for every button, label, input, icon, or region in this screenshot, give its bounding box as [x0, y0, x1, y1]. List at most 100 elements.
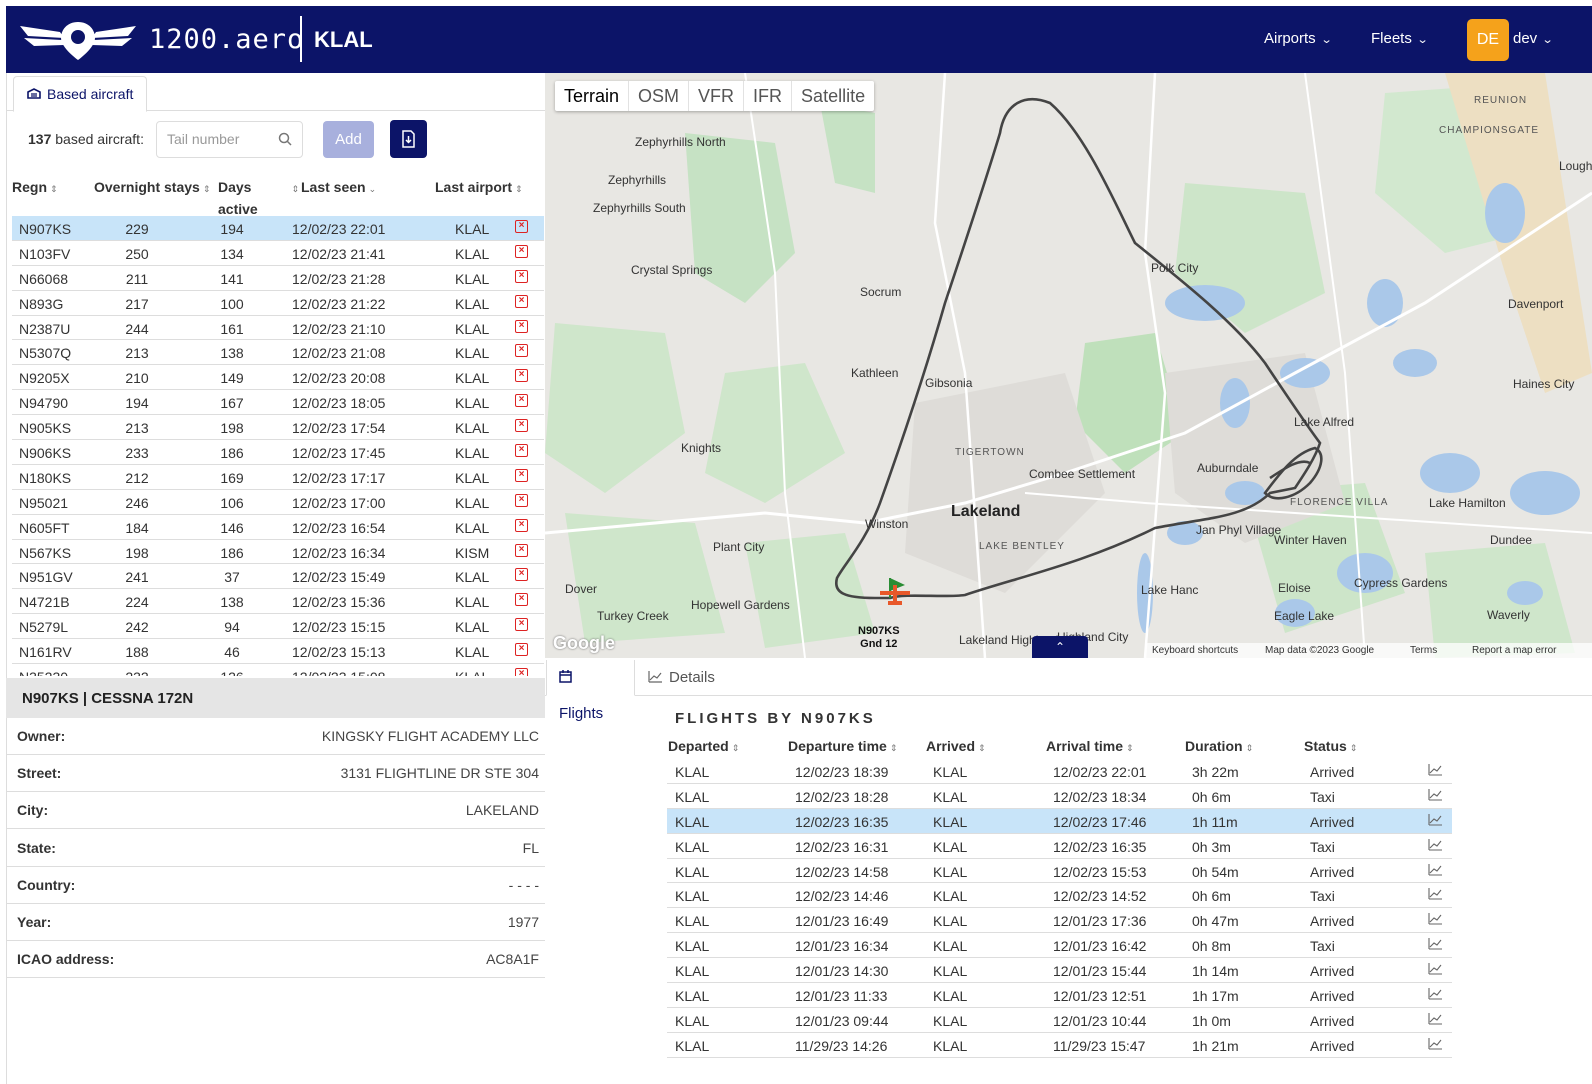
- export-button[interactable]: [390, 120, 427, 158]
- flight-chart-icon[interactable]: [1428, 1037, 1443, 1053]
- remove-icon[interactable]: ×: [515, 220, 528, 233]
- remove-icon[interactable]: ×: [515, 468, 528, 482]
- col-arrival-time[interactable]: Arrival time ⇕: [1046, 738, 1134, 754]
- table-row[interactable]: N95021 246 106 12/02/23 17:00 KLAL ×: [12, 490, 544, 515]
- flight-chart-icon[interactable]: [1428, 962, 1443, 978]
- flight-chart-icon[interactable]: [1428, 763, 1443, 779]
- table-row[interactable]: N94790 194 167 12/02/23 18:05 KLAL ×: [12, 390, 544, 416]
- table-row[interactable]: N35230 232 126 12/02/23 15:08 KLAL ×: [12, 664, 544, 676]
- col-last-airport[interactable]: Last airport ⇕: [435, 177, 523, 199]
- tail-number-input[interactable]: [167, 131, 267, 147]
- last-airport: KLAL: [455, 320, 490, 337]
- table-row[interactable]: N180KS 212 169 12/02/23 17:17 KLAL ×: [12, 465, 544, 490]
- table-row[interactable]: N2387U 244 161 12/02/23 21:10 KLAL ×: [12, 316, 544, 341]
- table-row[interactable]: KLAL 12/02/23 16:31 KLAL 12/02/23 16:35 0h 3…: [667, 834, 1452, 859]
- col-departed[interactable]: Departed ⇕: [668, 738, 739, 754]
- map-layer-vfr[interactable]: VFR: [689, 81, 745, 111]
- table-row[interactable]: KLAL 12/02/23 16:35 KLAL 12/02/23 17:46 1h 1…: [667, 808, 1452, 834]
- remove-icon[interactable]: ×: [515, 618, 528, 632]
- flight-chart-icon[interactable]: [1428, 1012, 1443, 1028]
- table-row[interactable]: N907KS 229 194 12/02/23 22:01 KLAL ×: [12, 216, 544, 241]
- keyboard-shortcuts-link[interactable]: Keyboard shortcuts: [1152, 645, 1238, 656]
- col-days-active[interactable]: Days ⇕ active: [218, 177, 299, 219]
- map-layer-ifr[interactable]: IFR: [744, 81, 793, 111]
- flight-chart-icon[interactable]: [1428, 838, 1443, 854]
- col-last-seen[interactable]: Last seen ⌄: [301, 177, 376, 199]
- remove-icon[interactable]: ×: [515, 269, 528, 283]
- remove-icon[interactable]: ×: [515, 543, 528, 557]
- remove-icon[interactable]: ×: [515, 444, 528, 458]
- collapse-map-button[interactable]: ⌃: [1032, 636, 1088, 658]
- tail-search[interactable]: [156, 121, 303, 158]
- col-overnight[interactable]: Overnight stays ⇕: [94, 177, 210, 199]
- remove-icon[interactable]: ×: [515, 668, 528, 676]
- table-row[interactable]: KLAL 12/02/23 14:58 KLAL 12/02/23 15:53 0h 5…: [667, 859, 1452, 884]
- remove-icon[interactable]: ×: [515, 568, 528, 582]
- user-avatar[interactable]: DE: [1467, 19, 1509, 61]
- table-row[interactable]: N161RV 188 46 12/02/23 15:13 KLAL ×: [12, 639, 544, 665]
- flight-chart-icon[interactable]: [1428, 912, 1443, 928]
- table-row[interactable]: N103FV 250 134 12/02/23 21:41 KLAL ×: [12, 241, 544, 266]
- table-row[interactable]: N4721B 224 138 12/02/23 15:36 KLAL ×: [12, 589, 544, 615]
- flight-chart-icon[interactable]: [1428, 987, 1443, 1003]
- last-airport: KLAL: [455, 445, 490, 462]
- remove-icon[interactable]: ×: [515, 643, 528, 657]
- google-logo[interactable]: Google: [553, 633, 615, 654]
- logo-icon[interactable]: [20, 18, 136, 67]
- table-row[interactable]: N905KS 213 198 12/02/23 17:54 KLAL ×: [12, 415, 544, 441]
- map-layer-satellite[interactable]: Satellite: [792, 81, 874, 111]
- table-row[interactable]: N567KS 198 186 12/02/23 16:34 KISM ×: [12, 540, 544, 565]
- col-status[interactable]: Status ⇕: [1304, 738, 1357, 754]
- col-departure-time[interactable]: Departure time ⇕: [788, 738, 897, 754]
- tab-details[interactable]: Details: [636, 660, 727, 696]
- remove-icon[interactable]: ×: [515, 244, 528, 258]
- add-aircraft-button[interactable]: Add: [323, 121, 374, 158]
- table-row[interactable]: N605FT 184 146 12/02/23 16:54 KLAL ×: [12, 515, 544, 540]
- tab-flights[interactable]: Flights: [546, 660, 635, 722]
- table-row[interactable]: KLAL 12/01/23 11:33 KLAL 12/01/23 12:51 1h 1…: [667, 983, 1452, 1008]
- table-row[interactable]: KLAL 12/02/23 18:28 KLAL 12/02/23 18:34 0h 6…: [667, 784, 1452, 809]
- aircraft-map-label[interactable]: N907KS Gnd 12: [858, 625, 900, 651]
- flight-chart-icon[interactable]: [1428, 887, 1443, 903]
- remove-icon[interactable]: ×: [515, 394, 528, 408]
- remove-icon[interactable]: ×: [515, 593, 528, 607]
- remove-icon[interactable]: ×: [515, 344, 528, 358]
- remove-icon[interactable]: ×: [515, 518, 528, 532]
- table-row[interactable]: KLAL 12/01/23 09:44 KLAL 12/01/23 10:44 1h 0…: [667, 1008, 1452, 1033]
- flight-map[interactable]: Terrain OSM VFR IFR Satellite Zephyrhills No…: [545, 73, 1592, 658]
- table-row[interactable]: KLAL 11/29/23 14:26 KLAL 11/29/23 15:47 1h 2…: [667, 1033, 1452, 1058]
- table-row[interactable]: N66068 211 141 12/02/23 21:28 KLAL ×: [12, 266, 544, 291]
- table-row[interactable]: N893G 217 100 12/02/23 21:22 KLAL ×: [12, 291, 544, 316]
- col-duration[interactable]: Duration ⇕: [1185, 738, 1253, 754]
- report-error-link[interactable]: Report a map error: [1472, 645, 1556, 656]
- map-layer-terrain[interactable]: Terrain: [555, 81, 630, 111]
- remove-icon[interactable]: ×: [515, 294, 528, 308]
- table-row[interactable]: KLAL 12/02/23 18:39 KLAL 12/02/23 22:01 3h 2…: [667, 759, 1452, 784]
- terms-link[interactable]: Terms: [1410, 645, 1437, 656]
- last-seen: 12/02/23 16:34: [292, 544, 386, 561]
- flight-chart-icon[interactable]: [1428, 788, 1443, 804]
- table-row[interactable]: KLAL 12/02/23 14:46 KLAL 12/02/23 14:52 0h 6…: [667, 883, 1452, 909]
- nav-fleets-menu[interactable]: Fleets ⌄: [1371, 30, 1428, 47]
- flight-chart-icon[interactable]: [1428, 937, 1443, 953]
- remove-icon[interactable]: ×: [515, 319, 528, 333]
- table-row[interactable]: N9205X 210 149 12/02/23 20:08 KLAL ×: [12, 365, 544, 391]
- remove-icon[interactable]: ×: [515, 493, 528, 507]
- remove-icon[interactable]: ×: [515, 369, 528, 383]
- table-row[interactable]: KLAL 12/01/23 16:49 KLAL 12/01/23 17:36 0h 4…: [667, 908, 1452, 934]
- table-row[interactable]: N906KS 233 186 12/02/23 17:45 KLAL ×: [12, 440, 544, 465]
- tab-based-aircraft[interactable]: Based aircraft: [13, 76, 148, 112]
- col-regn[interactable]: Regn ⇕: [12, 177, 58, 199]
- table-row[interactable]: N5307Q 213 138 12/02/23 21:08 KLAL ×: [12, 340, 544, 366]
- map-layer-osm[interactable]: OSM: [629, 81, 690, 111]
- user-menu[interactable]: dev ⌄: [1513, 30, 1554, 47]
- table-row[interactable]: KLAL 12/01/23 14:30 KLAL 12/01/23 15:44 1h 1…: [667, 958, 1452, 984]
- table-row[interactable]: KLAL 12/01/23 16:34 KLAL 12/01/23 16:42 0h 8…: [667, 933, 1452, 959]
- col-arrived[interactable]: Arrived ⇕: [926, 738, 986, 754]
- flight-chart-icon[interactable]: [1428, 863, 1443, 879]
- flight-chart-icon[interactable]: [1428, 813, 1443, 829]
- nav-airports-menu[interactable]: Airports ⌄: [1264, 30, 1332, 47]
- table-row[interactable]: N5279L 242 94 12/02/23 15:15 KLAL ×: [12, 614, 544, 640]
- remove-icon[interactable]: ×: [515, 419, 528, 433]
- table-row[interactable]: N951GV 241 37 12/02/23 15:49 KLAL ×: [12, 564, 544, 590]
